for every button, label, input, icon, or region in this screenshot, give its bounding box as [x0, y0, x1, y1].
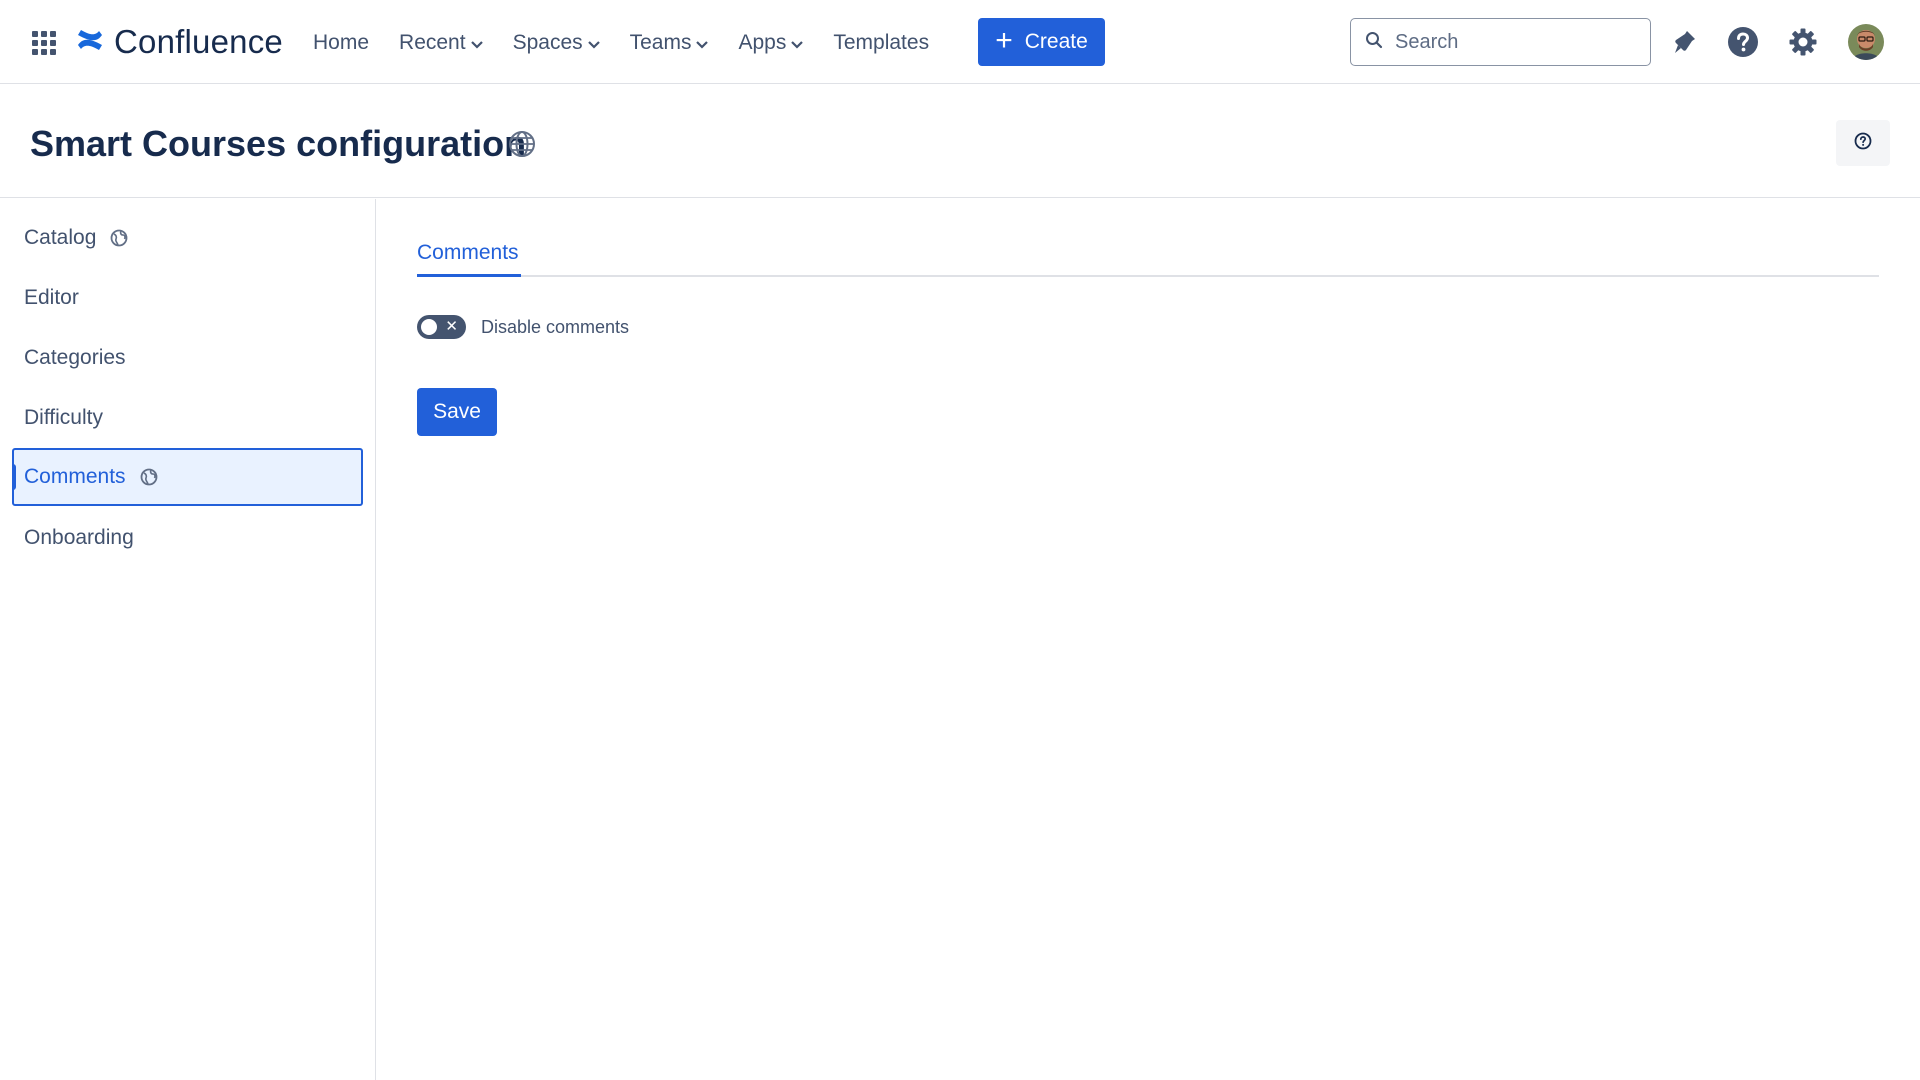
sidebar-item-label: Difficulty: [24, 406, 103, 429]
sidebar-item-label: Categories: [24, 346, 126, 369]
tab-comments-label: Comments: [417, 241, 519, 264]
sidebar-item-onboarding[interactable]: Onboarding: [12, 509, 363, 567]
save-button-label: Save: [433, 400, 481, 423]
nav-templates[interactable]: Templates: [833, 31, 929, 55]
chevron-down-icon: [470, 31, 483, 55]
close-icon: ✕: [445, 318, 458, 335]
sidebar-item-label: Onboarding: [24, 526, 134, 549]
search-box[interactable]: [1350, 18, 1651, 66]
globe-icon: [110, 229, 128, 247]
nav-spaces[interactable]: Spaces: [513, 31, 600, 55]
plus-icon: +: [995, 23, 1013, 57]
help-icon: [1854, 132, 1872, 155]
nav-recent[interactable]: Recent: [399, 31, 483, 55]
sidebar-item-catalog[interactable]: Catalog: [12, 209, 363, 267]
help-icon[interactable]: [1725, 24, 1761, 60]
nav-apps-label: Apps: [738, 31, 787, 54]
settings-icon[interactable]: [1785, 24, 1821, 60]
main-content: Comments ✕ Disable comments Save: [377, 199, 1920, 1080]
sidebar-item-label: Catalog: [24, 226, 97, 249]
page-header: Smart Courses configuration: [0, 85, 1920, 198]
page-title: Smart Courses configuration: [30, 123, 527, 164]
sidebar-item-label: Comments: [24, 465, 126, 488]
user-avatar[interactable]: [1848, 24, 1884, 60]
top-navigation: Confluence Home Recent Spaces Teams Apps…: [0, 0, 1920, 84]
page-help-button[interactable]: [1836, 120, 1890, 166]
notifications-icon[interactable]: [1666, 24, 1702, 60]
create-button[interactable]: + Create: [978, 18, 1105, 66]
sidebar-item-difficulty[interactable]: Difficulty: [12, 389, 363, 447]
nav-home-label: Home: [313, 31, 370, 54]
logo-text: Confluence: [114, 23, 283, 60]
disable-comments-toggle[interactable]: ✕: [417, 315, 466, 339]
chevron-down-icon: [696, 31, 709, 55]
save-button[interactable]: Save: [417, 388, 497, 436]
nav-recent-label: Recent: [399, 31, 466, 54]
tab-list: Comments: [417, 241, 1879, 277]
disable-comments-label: Disable comments: [481, 316, 630, 337]
nav-spaces-label: Spaces: [512, 31, 583, 54]
sidebar-item-comments[interactable]: Comments: [12, 448, 363, 506]
active-tab-indicator: [417, 274, 521, 277]
sidebar: Catalog Editor Categories Difficulty Com…: [0, 199, 376, 1080]
chevron-down-icon: [791, 31, 804, 55]
disable-comments-row: ✕ Disable comments: [417, 314, 629, 340]
nav-templates-label: Templates: [833, 31, 930, 54]
nav-teams[interactable]: Teams: [630, 31, 709, 55]
search-icon: [1365, 31, 1383, 54]
search-input[interactable]: [1395, 30, 1635, 54]
sidebar-item-label: Editor: [24, 286, 79, 309]
app-switcher-icon[interactable]: [30, 29, 58, 57]
tab-comments[interactable]: Comments: [417, 241, 519, 277]
nav-teams-label: Teams: [629, 31, 692, 54]
sidebar-item-editor[interactable]: Editor: [12, 269, 363, 327]
confluence-logo-icon: [76, 27, 104, 58]
nav-apps[interactable]: Apps: [738, 31, 804, 55]
globe-icon: [140, 468, 158, 486]
create-button-label: Create: [1024, 30, 1088, 53]
chevron-down-icon: [587, 31, 600, 55]
toggle-knob: [421, 319, 437, 335]
globe-icon: [508, 130, 536, 163]
nav-items: Home Recent Spaces Teams Apps Templates: [313, 22, 959, 64]
sidebar-item-categories[interactable]: Categories: [12, 329, 363, 387]
nav-home[interactable]: Home: [313, 31, 369, 55]
confluence-logo[interactable]: Confluence: [76, 22, 283, 62]
